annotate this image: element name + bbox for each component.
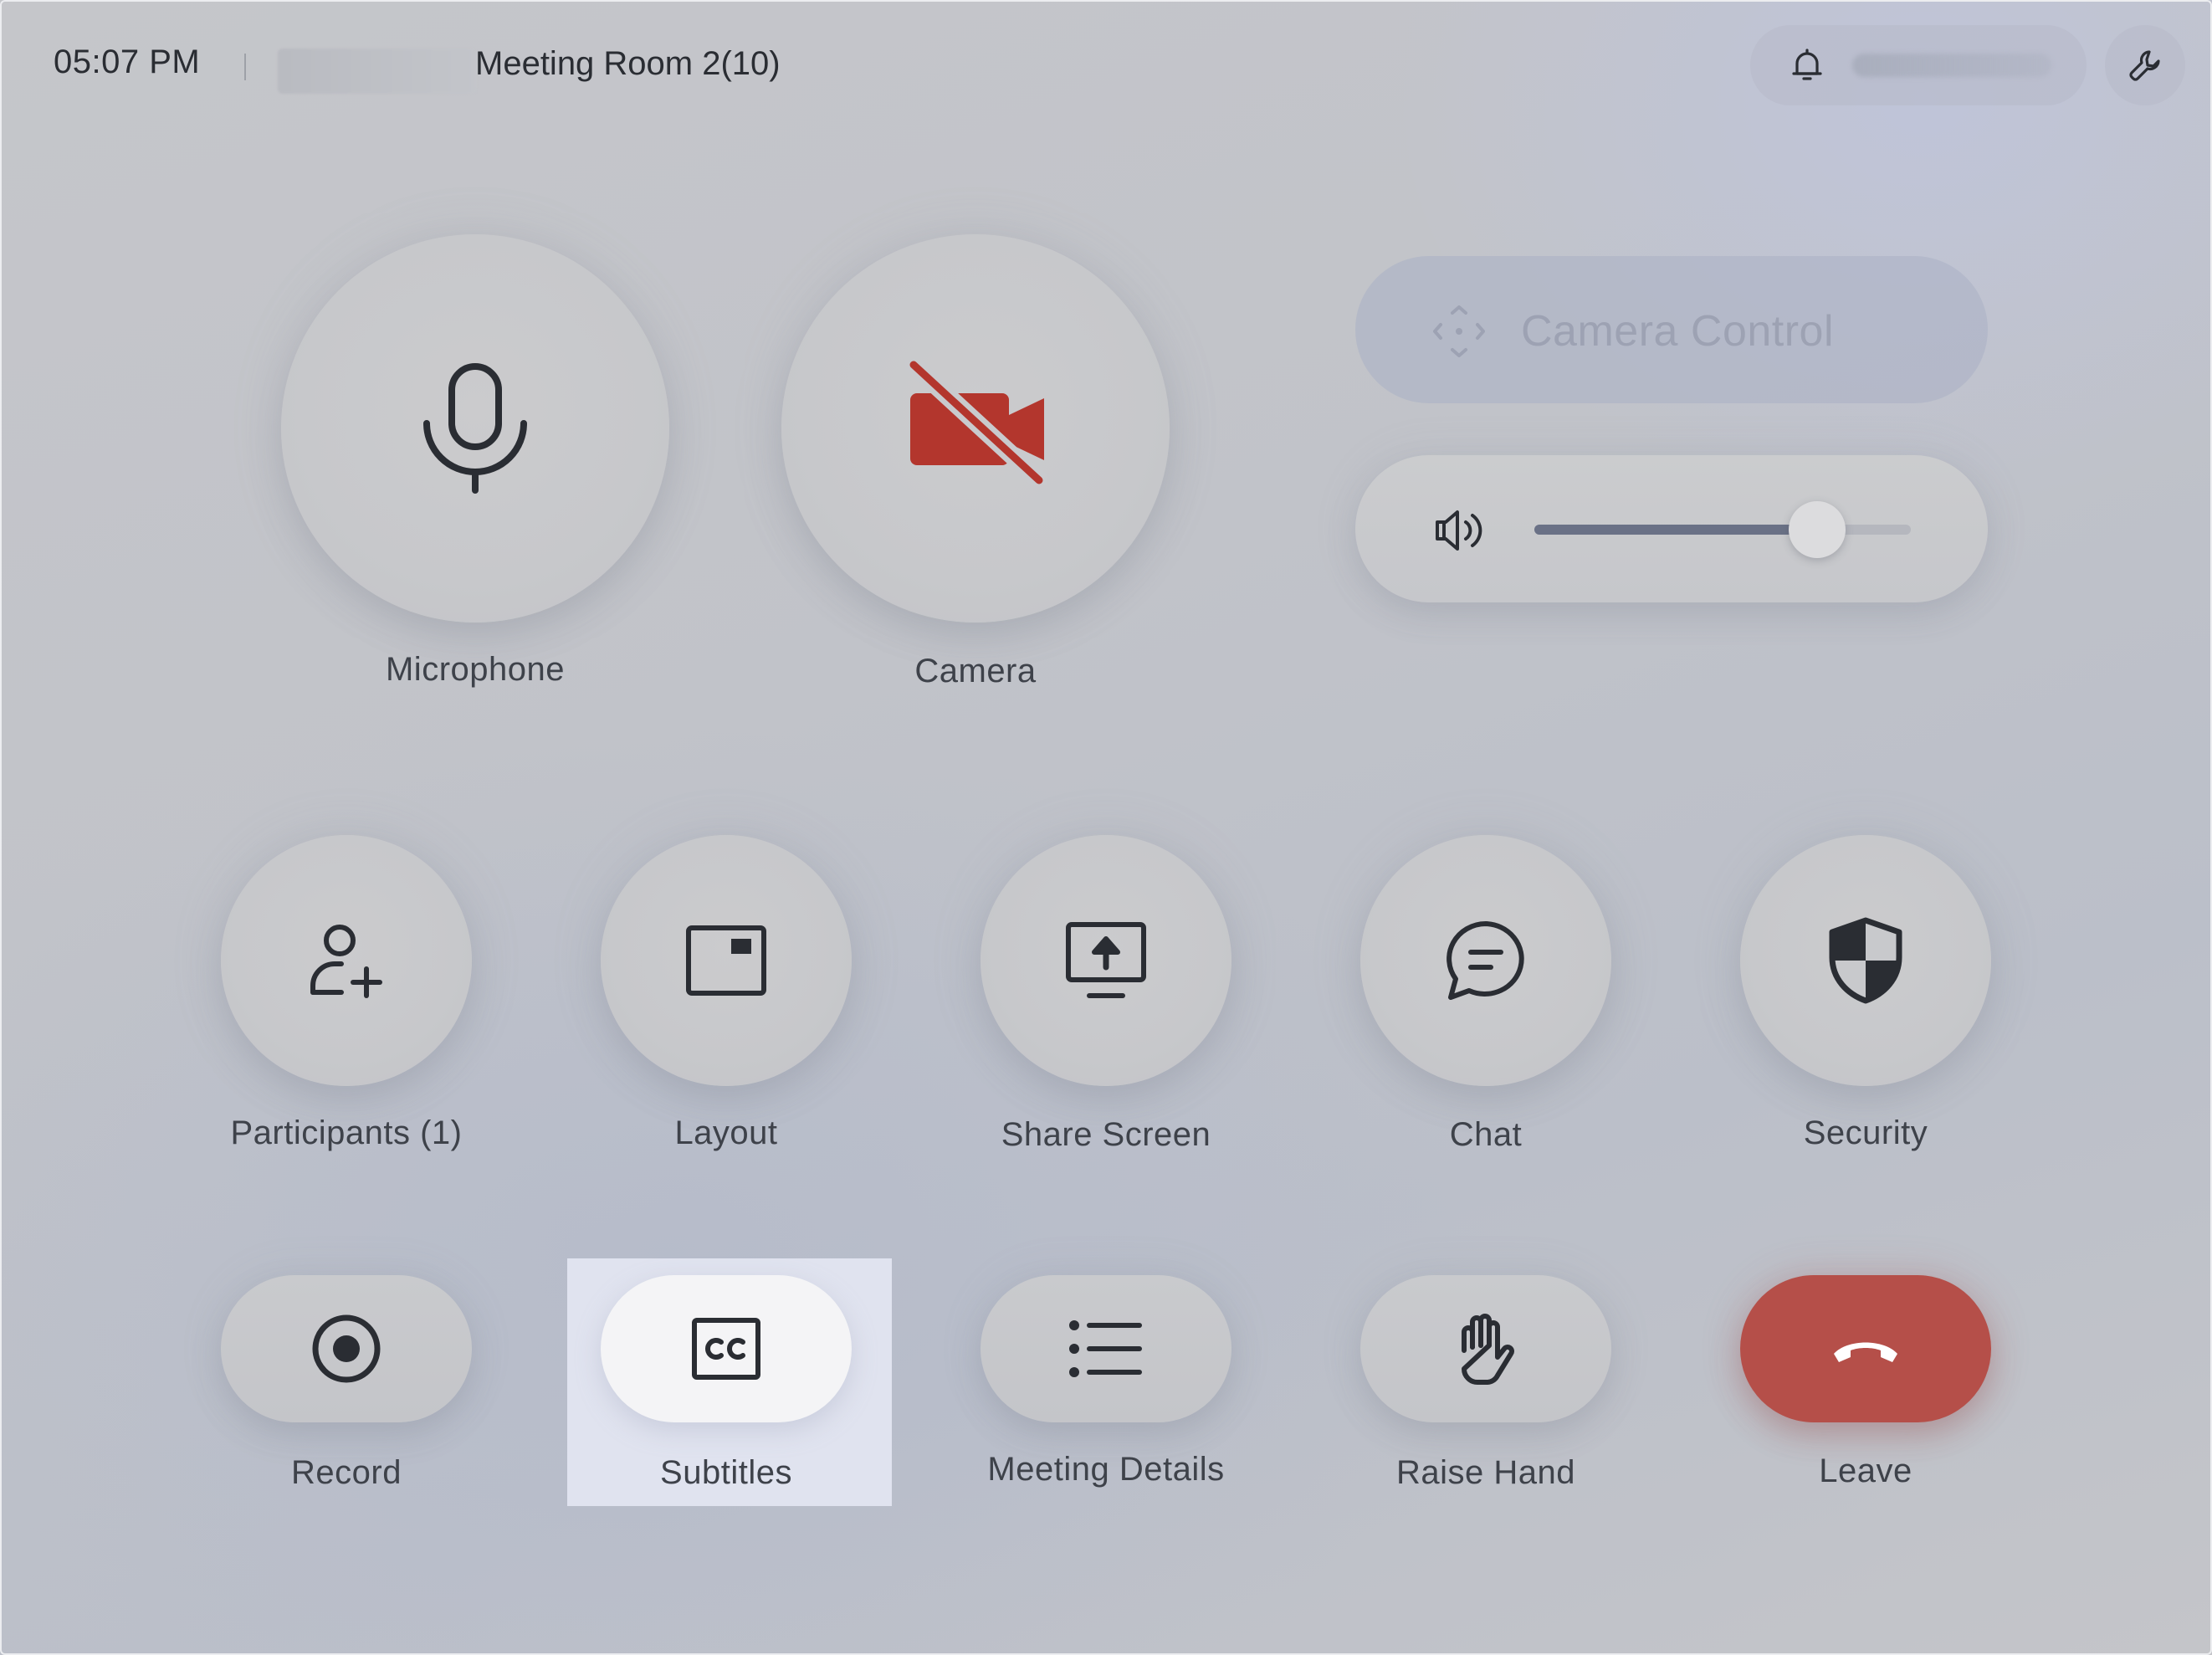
camera-control-label: Camera Control [1521,307,1835,356]
volume-knob[interactable] [1788,501,1846,558]
record-button[interactable] [221,1275,472,1422]
camera-button[interactable] [781,234,1170,623]
share-screen-icon [1066,922,1146,998]
chat-label: Chat [1449,1116,1523,1153]
layout-button[interactable] [601,835,852,1086]
security-label: Security [1803,1114,1928,1151]
camera-control-button: Camera Control [1355,256,1988,403]
microphone-button[interactable] [281,234,669,623]
chat-button[interactable] [1360,835,1611,1086]
cc-icon [692,1318,760,1380]
security-button[interactable] [1740,835,1991,1086]
record-label: Record [291,1454,402,1491]
redacted-notification [1852,54,2051,77]
speaker-icon [1436,510,1482,551]
meeting-details-label: Meeting Details [987,1451,1225,1488]
meeting-details-button[interactable] [981,1275,1231,1422]
room-title: Meeting Room 2(10) [475,45,781,82]
participants-button[interactable] [221,835,472,1086]
leave-label: Leave [1819,1453,1912,1489]
chat-bubble-icon [1447,921,1524,1000]
raise-hand-label: Raise Hand [1395,1454,1575,1491]
volume-fill [1534,525,1817,535]
camera-label: Camera [914,653,1037,689]
share-screen-button[interactable] [981,835,1231,1086]
microphone-label: Microphone [385,651,565,688]
add-person-icon [310,925,382,998]
subtitles-button[interactable] [601,1275,852,1422]
list-icon [1069,1320,1142,1377]
notification-button[interactable] [1750,25,2087,105]
microphone-icon [423,363,527,494]
clock: 05:07 PM [54,44,201,80]
settings-button[interactable] [2105,25,2185,105]
volume-control [1355,455,1988,602]
redacted-name [278,49,477,94]
volume-slider[interactable] [1534,501,1911,558]
participants-label: Participants (1) [230,1114,463,1151]
bell-icon [1792,49,1822,80]
hand-icon [1462,1314,1514,1385]
wrench-icon [2129,50,2160,81]
layout-label: Layout [674,1114,778,1151]
record-icon [312,1314,381,1383]
divider [244,54,246,80]
leave-button[interactable] [1740,1275,1991,1422]
share-screen-label: Share Screen [1001,1116,1211,1153]
move-arrows-icon [1433,305,1485,357]
hang-up-icon [1834,1342,1897,1362]
raise-hand-button[interactable] [1360,1275,1611,1422]
subtitles-label: Subtitles [660,1454,792,1491]
layout-icon [686,925,766,996]
camera-off-icon [905,360,1047,485]
shield-icon [1829,917,1902,1004]
